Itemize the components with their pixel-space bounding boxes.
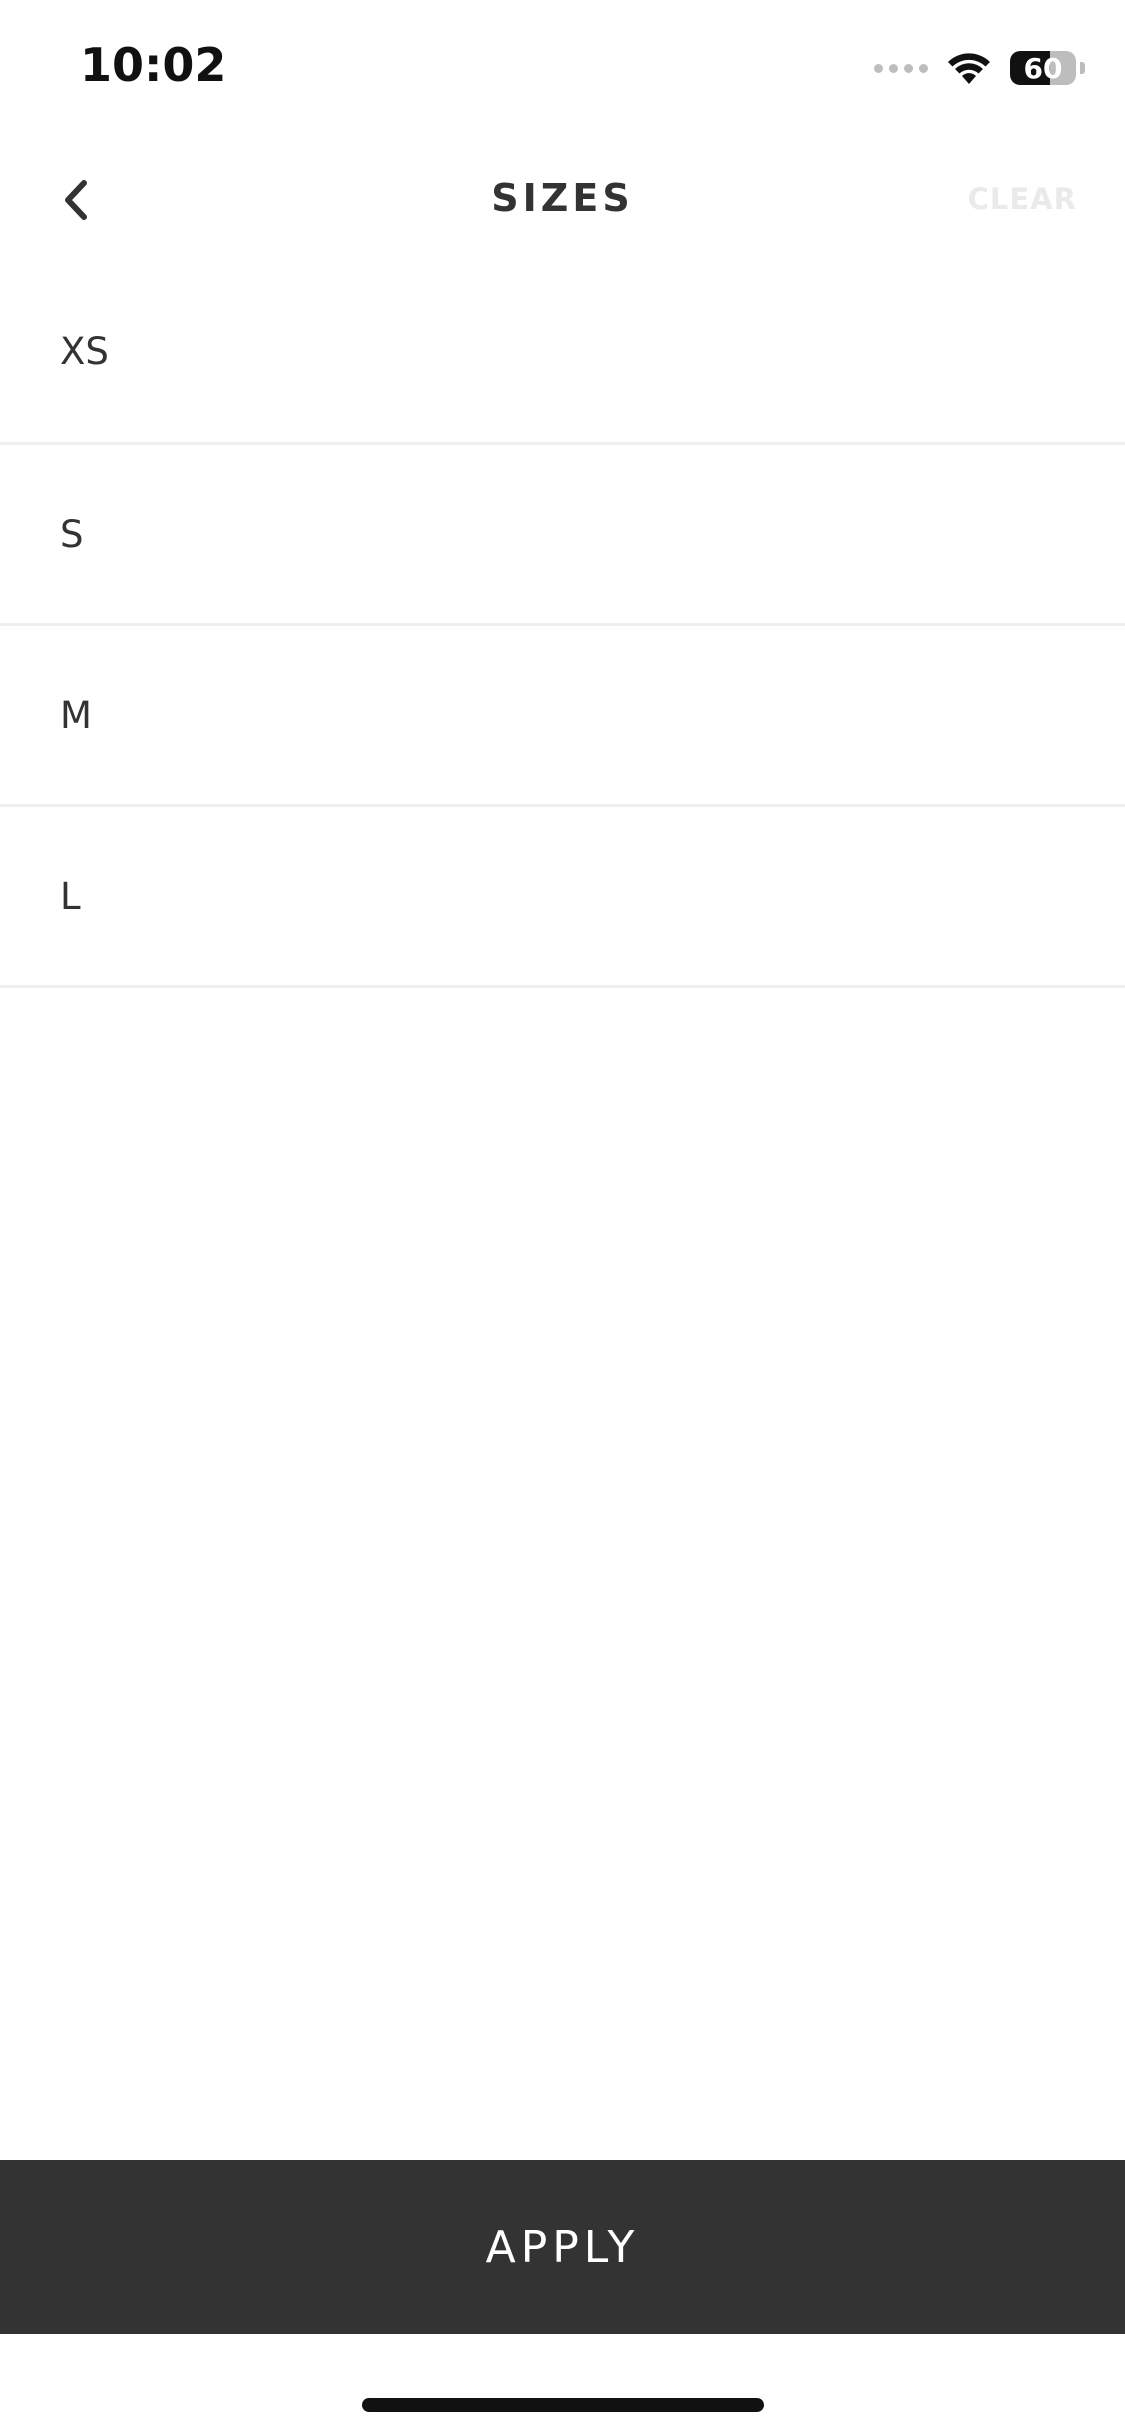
home-indicator <box>362 2398 764 2412</box>
battery-icon: 60 <box>1010 51 1076 85</box>
size-option-label: M <box>60 693 92 737</box>
size-option-l[interactable]: L <box>0 807 1125 988</box>
cellular-signal-icon <box>874 63 928 73</box>
size-option-m[interactable]: M <box>0 626 1125 807</box>
status-time: 10:02 <box>80 38 227 92</box>
header: SIZES CLEAR <box>0 140 1125 260</box>
battery-percent: 60 <box>1023 51 1063 85</box>
status-bar: 10:02 60 <box>0 0 1125 140</box>
status-icons: 60 <box>874 46 1085 90</box>
size-list: XS S M L <box>0 260 1125 988</box>
size-option-label: L <box>60 874 81 918</box>
size-option-xs[interactable]: XS <box>0 260 1125 445</box>
apply-button[interactable]: APPLY <box>0 2160 1125 2334</box>
size-option-label: S <box>60 512 84 556</box>
size-option-label: XS <box>60 329 109 373</box>
wifi-icon <box>948 53 990 84</box>
size-option-s[interactable]: S <box>0 445 1125 626</box>
apply-label: APPLY <box>485 2221 640 2273</box>
clear-button[interactable]: CLEAR <box>968 182 1077 216</box>
page-title: SIZES <box>491 176 634 220</box>
battery-cap <box>1080 62 1085 74</box>
